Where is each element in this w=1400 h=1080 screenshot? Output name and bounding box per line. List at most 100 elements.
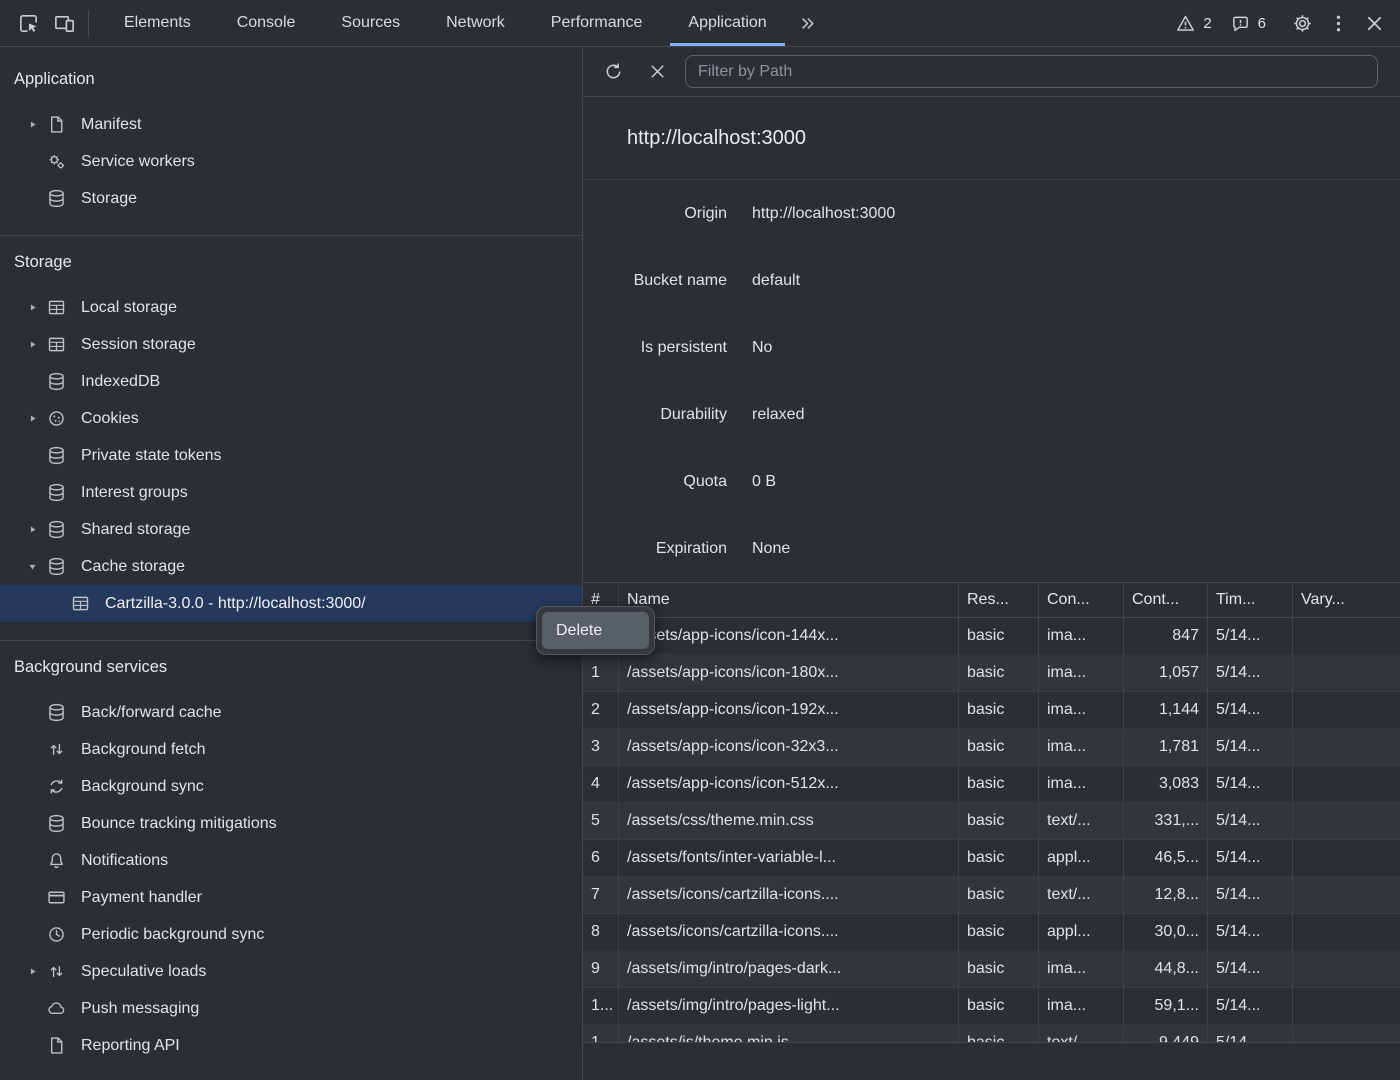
expand-arrow-icon[interactable]: [20, 333, 44, 357]
cell-response-type: basic: [959, 840, 1039, 876]
sidebar-item-background-fetch[interactable]: Background fetch: [0, 731, 582, 768]
table-row[interactable]: 1 /assets/app-icons/icon-180x... basic i…: [583, 655, 1400, 692]
cell-index: 9: [583, 951, 619, 987]
refresh-button[interactable]: [597, 56, 629, 88]
cell-time-cached: 5/14...: [1208, 951, 1293, 987]
column-header-vary[interactable]: Vary...: [1293, 583, 1400, 617]
application-sidebar: Application Manifest Service workers Sto…: [0, 47, 583, 1080]
table-row[interactable]: 9 /assets/img/intro/pages-dark... basic …: [583, 951, 1400, 988]
sidebar-item-indexeddb[interactable]: IndexedDB: [0, 363, 582, 400]
sidebar-item-periodic-background-sync[interactable]: Periodic background sync: [0, 916, 582, 953]
sidebar-item-back-forward-cache[interactable]: Back/forward cache: [0, 694, 582, 731]
cell-response-type: basic: [959, 1025, 1039, 1042]
collapse-arrow-icon[interactable]: [20, 555, 44, 579]
sidebar-item-payment-handler[interactable]: Payment handler: [0, 879, 582, 916]
cell-content-type: ima...: [1039, 729, 1124, 765]
table-row[interactable]: 6 /assets/fonts/inter-variable-l... basi…: [583, 840, 1400, 877]
device-toolbar-button[interactable]: [46, 5, 82, 41]
cell-time-cached: 5/14...: [1208, 618, 1293, 654]
table-row[interactable]: 0 /assets/app-icons/icon-144x... basic i…: [583, 618, 1400, 655]
cell-time-cached: 5/14...: [1208, 877, 1293, 913]
filter-input[interactable]: [685, 55, 1378, 88]
table-row[interactable]: 1... /assets/img/intro/pages-light... ba…: [583, 988, 1400, 1025]
delete-selected-button[interactable]: [641, 56, 673, 88]
sidebar-item-speculative-loads[interactable]: Speculative loads: [0, 953, 582, 990]
warning-icon: [1175, 13, 1196, 34]
settings-button[interactable]: [1284, 5, 1320, 41]
sidebar-item-background-sync[interactable]: Background sync: [0, 768, 582, 805]
sidebar-item-session-storage[interactable]: Session storage: [0, 326, 582, 363]
cell-vary: [1293, 729, 1400, 765]
table-row[interactable]: 3 /assets/app-icons/icon-32x3... basic i…: [583, 729, 1400, 766]
tab-elements[interactable]: Elements: [101, 0, 214, 46]
cell-index: 4: [583, 766, 619, 802]
sidebar-item-private-state-tokens[interactable]: Private state tokens: [0, 437, 582, 474]
inspect-element-button[interactable]: [10, 5, 46, 41]
expand-arrow-icon[interactable]: [20, 296, 44, 320]
table-row[interactable]: 7 /assets/icons/cartzilla-icons.... basi…: [583, 877, 1400, 914]
cell-response-type: basic: [959, 655, 1039, 691]
more-tabs-button[interactable]: [790, 5, 826, 41]
up-down-arrows-icon: [44, 960, 68, 984]
expand-arrow-icon[interactable]: [20, 518, 44, 542]
context-menu-delete[interactable]: Delete: [542, 612, 649, 649]
cell-vary: [1293, 692, 1400, 728]
cell-content-length: 1,144: [1124, 692, 1208, 728]
cell-content-length: 3,083: [1124, 766, 1208, 802]
cell-index: 7: [583, 877, 619, 913]
sidebar-item-local-storage[interactable]: Local storage: [0, 289, 582, 326]
tab-network[interactable]: Network: [423, 0, 528, 46]
table-row[interactable]: 1... /assets/js/theme.min.js basic text/…: [583, 1025, 1400, 1042]
tab-sources[interactable]: Sources: [318, 0, 423, 46]
sidebar-item-shared-storage[interactable]: Shared storage: [0, 511, 582, 548]
table-row[interactable]: 8 /assets/icons/cartzilla-icons.... basi…: [583, 914, 1400, 951]
column-header-name[interactable]: Name: [619, 583, 959, 617]
sidebar-item-bounce-tracking-mitigations[interactable]: Bounce tracking mitigations: [0, 805, 582, 842]
sidebar-item-manifest[interactable]: Manifest: [0, 106, 582, 143]
column-header-time-cached[interactable]: Tim...: [1208, 583, 1293, 617]
cell-content-type: appl...: [1039, 914, 1124, 950]
close-devtools-button[interactable]: [1356, 5, 1392, 41]
sidebar-item-cookies[interactable]: Cookies: [0, 400, 582, 437]
expand-arrow-icon[interactable]: [20, 113, 44, 137]
tab-application[interactable]: Application: [665, 0, 789, 46]
cell-response-type: basic: [959, 729, 1039, 765]
sidebar-item-push-messaging[interactable]: Push messaging: [0, 990, 582, 1027]
refresh-icon: [603, 61, 624, 82]
table-row[interactable]: 2 /assets/app-icons/icon-192x... basic i…: [583, 692, 1400, 729]
table-row[interactable]: 4 /assets/app-icons/icon-512x... basic i…: [583, 766, 1400, 803]
expand-arrow-icon[interactable]: [20, 960, 44, 984]
metadata-section: Origin http://localhost:3000 Bucket name…: [583, 180, 1400, 582]
cell-content-length: 1,057: [1124, 655, 1208, 691]
table-icon: [44, 333, 68, 357]
column-header-content-type[interactable]: Con...: [1039, 583, 1124, 617]
database-icon: [44, 812, 68, 836]
column-header-response-type[interactable]: Res...: [959, 583, 1039, 617]
preview-pane: [583, 1042, 1400, 1080]
table-row[interactable]: 5 /assets/css/theme.min.css basic text/.…: [583, 803, 1400, 840]
issues-indicator[interactable]: 6: [1230, 13, 1266, 34]
expand-arrow-icon[interactable]: [20, 407, 44, 431]
sidebar-item-cache-cartzilla[interactable]: Cartzilla-3.0.0 - http://localhost:3000/: [0, 585, 582, 622]
sidebar-item-service-workers[interactable]: Service workers: [0, 143, 582, 180]
sidebar-item-storage[interactable]: Storage: [0, 180, 582, 217]
sidebar-item-reporting-api[interactable]: Reporting API: [0, 1027, 582, 1064]
database-icon: [44, 518, 68, 542]
sidebar-item-interest-groups[interactable]: Interest groups: [0, 474, 582, 511]
meta-row-is-persistent: Is persistent No: [583, 314, 1400, 381]
cell-response-type: basic: [959, 692, 1039, 728]
sync-icon: [44, 775, 68, 799]
tab-console[interactable]: Console: [214, 0, 319, 46]
column-header-content-length[interactable]: Cont...: [1124, 583, 1208, 617]
menu-button[interactable]: [1320, 5, 1356, 41]
section-title-background-services: Background services: [0, 641, 582, 694]
cloud-icon: [44, 997, 68, 1021]
warnings-indicator[interactable]: 2: [1175, 13, 1211, 34]
sidebar-item-cache-storage[interactable]: Cache storage: [0, 548, 582, 585]
cell-content-length: 44,8...: [1124, 951, 1208, 987]
topbar-divider: [88, 10, 89, 36]
cell-time-cached: 5/14...: [1208, 729, 1293, 765]
clock-icon: [44, 923, 68, 947]
tab-performance[interactable]: Performance: [528, 0, 666, 46]
sidebar-item-notifications[interactable]: Notifications: [0, 842, 582, 879]
